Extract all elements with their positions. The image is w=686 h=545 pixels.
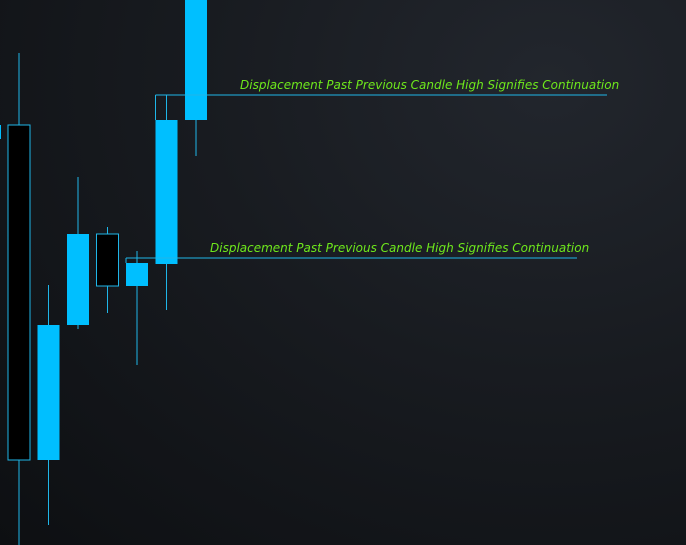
candlestick-chart: Displacement Past Previous Candle High S… [0,0,619,545]
candle-body-1 [37,325,60,460]
partial-candle-body [0,125,1,139]
annotation-line-layer [125,94,607,263]
candle-body-4 [126,263,148,286]
annotation-label-1: Displacement Past Previous Candle High S… [240,78,619,92]
candle-body-2 [67,234,89,325]
candle-body-3 [96,233,119,287]
candle-body-6 [185,0,207,120]
chart-area: Displacement Past Previous Candle High S… [0,0,686,545]
annotation-label-layer: Displacement Past Previous Candle High S… [210,78,619,255]
annotation-label-0: Displacement Past Previous Candle High S… [210,241,589,255]
candle-body-0 [7,124,31,461]
candle-body-5 [155,120,178,264]
body-layer [0,0,207,461]
